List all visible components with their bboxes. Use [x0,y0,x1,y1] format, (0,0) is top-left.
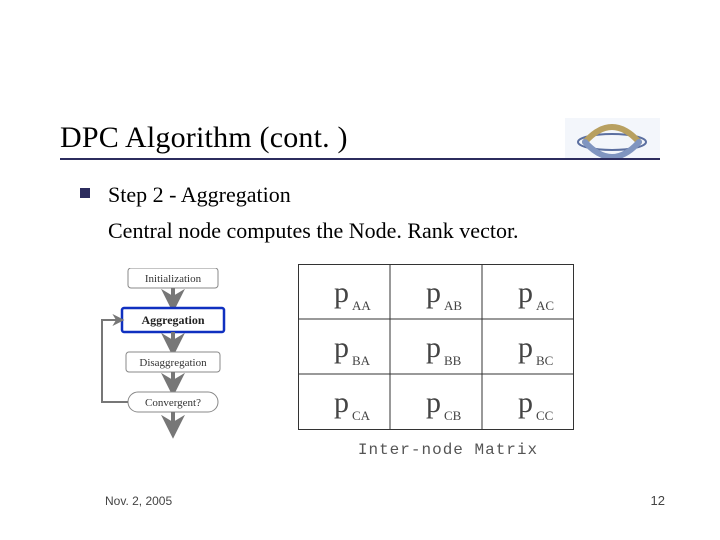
slide: DPC Algorithm (cont. ) Step 2 - Aggregat… [0,0,720,540]
matrix-p-20-base: p [334,386,349,419]
bullet-item: Step 2 - Aggregation [80,180,660,210]
bullet-icon [80,188,90,198]
matrix-p-02-sub: AC [536,298,554,313]
matrix-p-12-base: p [518,331,533,364]
matrix-p-21-sub: CB [444,408,462,423]
flow-box-2: Disaggregation [139,357,207,369]
matrix-p-21-base: p [426,386,441,419]
matrix-p-11-sub: BB [444,353,462,368]
matrix-p-10-sub: BA [352,353,371,368]
flow-box-3: Convergent? [145,397,201,409]
matrix-p-01-base: p [426,276,441,309]
title-row: DPC Algorithm (cont. ) [60,118,660,158]
matrix-p-22-sub: CC [536,408,553,423]
matrix-p-02-base: p [518,276,533,309]
matrix-p-12-sub: BC [536,353,553,368]
matrix-p-20-sub: CA [352,408,371,423]
flowchart: Initialization Aggregation Disaggregatio… [78,268,248,458]
matrix-caption: Inter-node Matrix [298,441,598,459]
matrix-p-01-sub: AB [444,298,462,313]
flow-box-1: Aggregation [141,313,204,327]
matrix: p AA p AB p AC p BA p BB p BC p CA p CB … [298,264,598,459]
footer-page-number: 12 [651,493,665,508]
logo-icon [565,118,660,158]
detail-line: Central node computes the Node. Rank vec… [108,216,660,246]
matrix-p-00-sub: AA [352,298,371,313]
matrix-p-00-base: p [334,276,349,309]
flow-box-0: Initialization [145,273,202,285]
footer-date: Nov. 2, 2005 [105,494,172,508]
step-line: Step 2 - Aggregation [108,180,291,210]
matrix-grid: p AA p AB p AC p BA p BB p BC p CA p CB … [298,264,574,432]
title-underline [60,158,660,160]
slide-title: DPC Algorithm (cont. ) [60,121,348,155]
matrix-p-11-base: p [426,331,441,364]
diagram-area: Initialization Aggregation Disaggregatio… [78,268,638,468]
body: Step 2 - Aggregation Central node comput… [80,180,660,245]
matrix-p-10-base: p [334,331,349,364]
matrix-p-22-base: p [518,386,533,419]
